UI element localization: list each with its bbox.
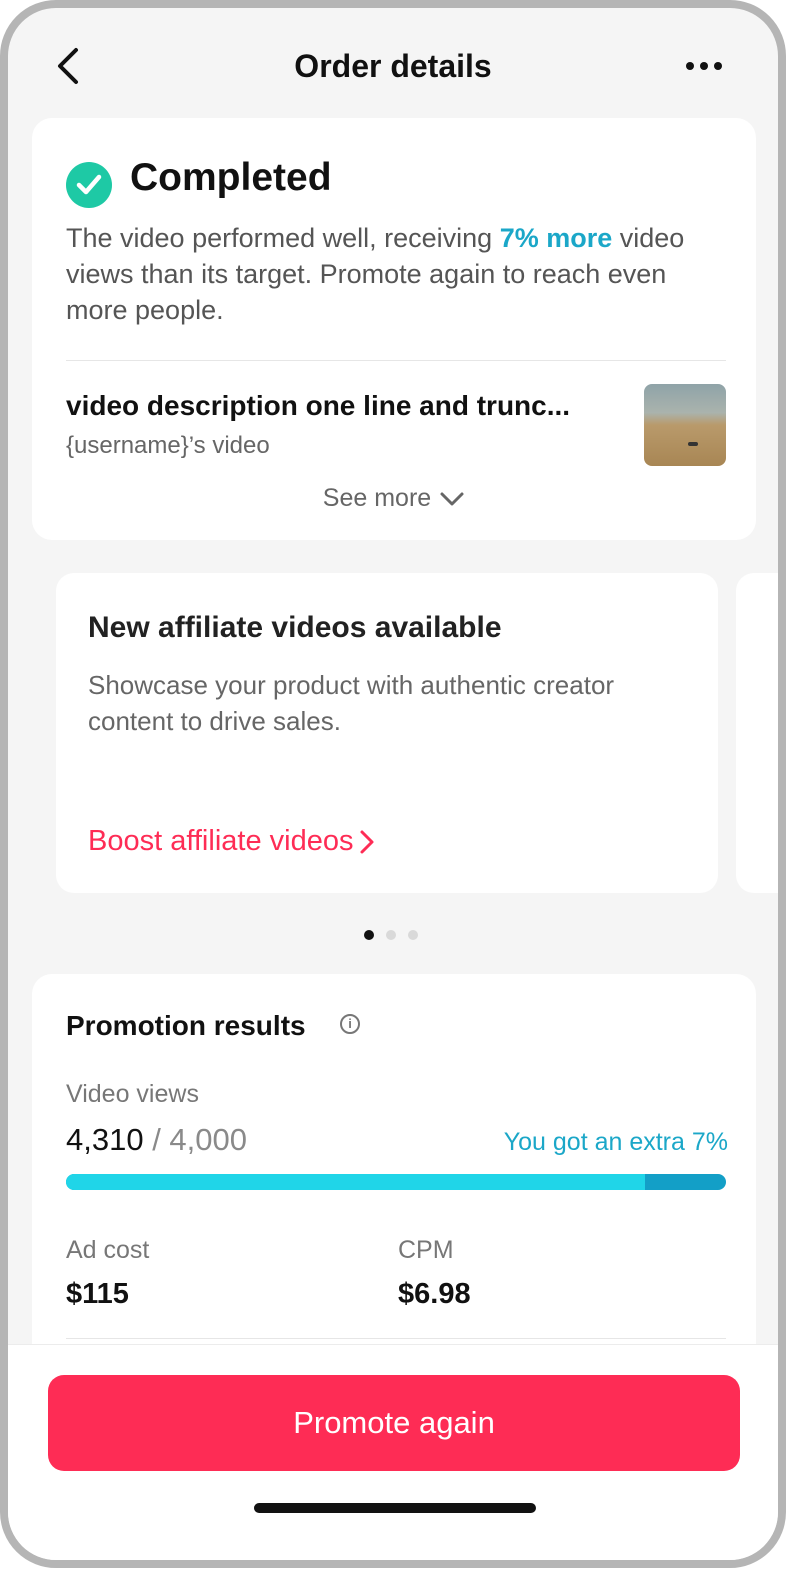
ad-cost-label: Ad cost xyxy=(66,1236,150,1264)
affiliate-card-description: Showcase your product with authentic cre… xyxy=(88,670,615,736)
ad-cost-value: $115 xyxy=(66,1278,129,1310)
video-title[interactable]: video description one line and trunc... xyxy=(66,390,570,422)
pagination-dot[interactable] xyxy=(386,930,396,940)
views-target: 4,000 xyxy=(169,1122,247,1157)
status-title: Completed xyxy=(130,156,332,199)
video-views-value: 4,310 / 4,000 xyxy=(66,1122,247,1158)
progress-fill xyxy=(66,1174,645,1190)
affiliate-card[interactable]: New affiliate videos available Showcase … xyxy=(56,573,718,893)
divider xyxy=(66,1338,726,1339)
thumbnail-subject xyxy=(688,442,698,446)
results-title: Promotion results xyxy=(66,1010,306,1041)
views-progress-bar xyxy=(66,1174,726,1190)
carousel-pagination xyxy=(364,930,418,940)
info-icon[interactable]: i xyxy=(340,1014,360,1034)
next-carousel-card[interactable] xyxy=(736,573,778,893)
more-button[interactable] xyxy=(686,56,734,76)
boost-affiliate-videos-link[interactable]: Boost affiliate videos xyxy=(88,825,375,858)
chevron-down-icon xyxy=(440,492,464,506)
more-icon xyxy=(686,62,694,70)
views-count: 4,310 xyxy=(66,1122,144,1157)
description-text: The video performed well, receiving xyxy=(66,223,500,253)
see-more-button[interactable]: See more xyxy=(32,484,756,513)
home-indicator xyxy=(254,1503,536,1513)
video-username: {username}’s video xyxy=(66,432,270,459)
cpm-label: CPM xyxy=(398,1236,454,1264)
cpm-value: $6.98 xyxy=(398,1278,471,1310)
page-title: Order details xyxy=(294,48,492,84)
video-views-label: Video views xyxy=(66,1080,199,1108)
affiliate-card-title: New affiliate videos available xyxy=(88,611,502,644)
pagination-dot[interactable] xyxy=(408,930,418,940)
extra-views-text: You got an extra 7% xyxy=(503,1128,728,1156)
bottom-action-bar: Promote again xyxy=(8,1344,778,1560)
boost-link-label: Boost affiliate videos xyxy=(88,825,354,857)
views-separator: / xyxy=(143,1122,170,1157)
more-icon xyxy=(700,62,708,70)
check-icon xyxy=(66,162,112,208)
promotion-results-card: Promotion results i Video views 4,310 / … xyxy=(32,974,756,1394)
status-card: Completed The video performed well, rece… xyxy=(32,118,756,540)
see-more-label: See more xyxy=(322,484,432,512)
pagination-dot[interactable] xyxy=(364,930,374,940)
divider xyxy=(66,360,726,361)
video-thumbnail[interactable] xyxy=(644,384,726,466)
status-description: The video performed well, receiving 7% m… xyxy=(66,220,706,328)
chevron-right-icon xyxy=(360,830,374,854)
description-highlight: 7% more xyxy=(499,223,613,253)
phone-frame: Order details Completed The video perfor… xyxy=(0,0,786,1568)
promote-again-button[interactable]: Promote again xyxy=(48,1375,740,1471)
screen: Order details Completed The video perfor… xyxy=(8,8,778,1560)
more-icon xyxy=(714,62,722,70)
